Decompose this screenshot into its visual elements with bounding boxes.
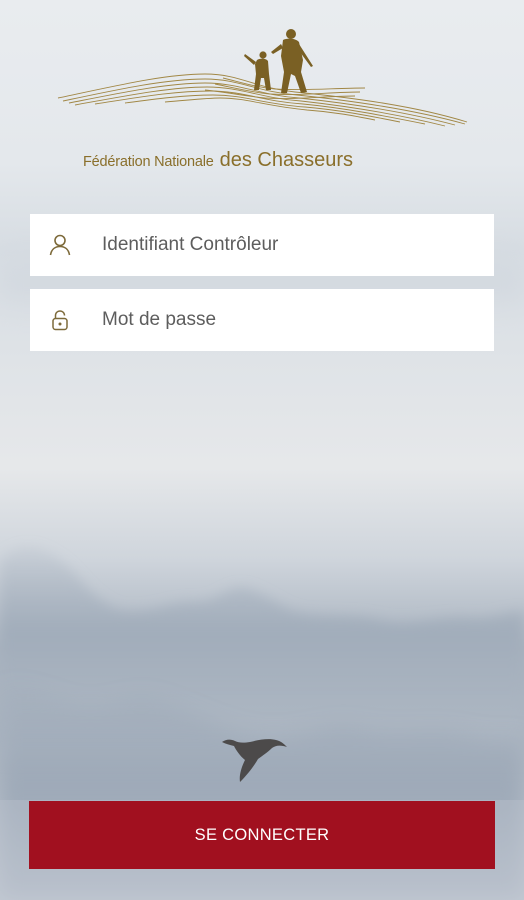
flying-duck-icon — [222, 739, 287, 782]
logo-text: Fédération Nationale des Chasseurs — [83, 149, 353, 172]
lock-icon — [48, 308, 72, 332]
password-field-container — [30, 289, 494, 351]
federation-logo: Fédération Nationale des Chasseurs — [55, 26, 470, 171]
login-button[interactable]: SE CONNECTER — [29, 801, 495, 869]
password-input[interactable] — [102, 289, 482, 351]
login-screen: Fédération Nationale des Chasseurs SE CON… — [0, 0, 524, 900]
username-field-container — [30, 214, 494, 276]
username-input[interactable] — [102, 214, 482, 276]
logo-text-small: Fédération Nationale — [83, 154, 214, 170]
hunters-logo-icon — [57, 29, 468, 127]
logo-text-big: des Chasseurs — [219, 149, 354, 171]
user-icon — [48, 233, 72, 257]
